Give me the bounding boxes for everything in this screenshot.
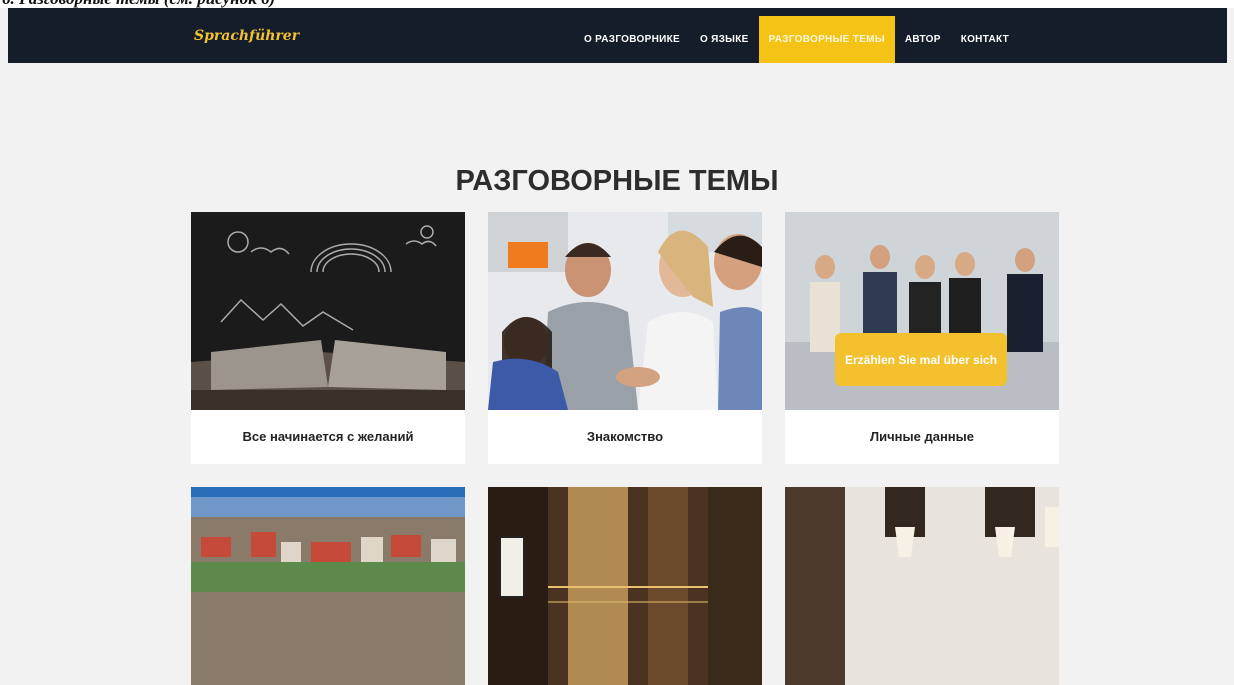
topic-card-caption: Личные данные — [870, 429, 974, 444]
document-caption: 6. Разговорные темы (см. рисунок 6) — [0, 0, 1234, 8]
city-panorama-image — [191, 487, 465, 685]
nav-item-about-language[interactable]: О ЯЗЫКЕ — [690, 16, 759, 63]
page-title: РАЗГОВОРНЫЕ ТЕМЫ — [455, 165, 779, 197]
nav-item-contact[interactable]: КОНТАКТ — [951, 16, 1019, 63]
topic-card-restaurant[interactable] — [785, 487, 1059, 685]
brand-logo[interactable]: Sprachführer — [194, 28, 299, 44]
navbar: Sprachführer О РАЗГОВОРНИКЕ О ЯЗЫКЕ РАЗГ… — [8, 8, 1227, 63]
hotel-facade-image — [488, 487, 762, 685]
main-navigation: О РАЗГОВОРНИКЕ О ЯЗЫКЕ РАЗГОВОРНЫЕ ТЕМЫ … — [574, 8, 1019, 63]
topic-card-wishes[interactable]: Все начинается с желаний — [191, 212, 465, 464]
chalkboard-book-image — [191, 212, 465, 410]
restaurant-table-image — [785, 487, 1059, 685]
topic-card-hotel[interactable] — [488, 487, 762, 685]
topic-overlay-button[interactable]: Erzählen Sie mal über sich — [835, 333, 1007, 386]
nav-item-about-phrasebook[interactable]: О РАЗГОВОРНИКЕ — [574, 16, 690, 63]
topic-card-acquaintance[interactable]: Знакомство — [488, 212, 762, 464]
document-caption-text: 6. Разговорные темы (см. рисунок 6) — [2, 0, 275, 8]
topic-card-caption: Знакомство — [586, 429, 664, 444]
handshake-people-image — [488, 212, 762, 410]
topic-card-caption: Все начинается с желаний — [242, 429, 414, 444]
topic-card-personal-data[interactable]: Erzählen Sie mal über sich Личные данные — [785, 212, 1059, 464]
topic-card-city[interactable] — [191, 487, 465, 685]
nav-item-topics[interactable]: РАЗГОВОРНЫЕ ТЕМЫ — [758, 16, 895, 63]
waiting-candidates-image: Erzählen Sie mal über sich — [785, 212, 1059, 410]
nav-item-author[interactable]: АВТОР — [895, 16, 951, 63]
